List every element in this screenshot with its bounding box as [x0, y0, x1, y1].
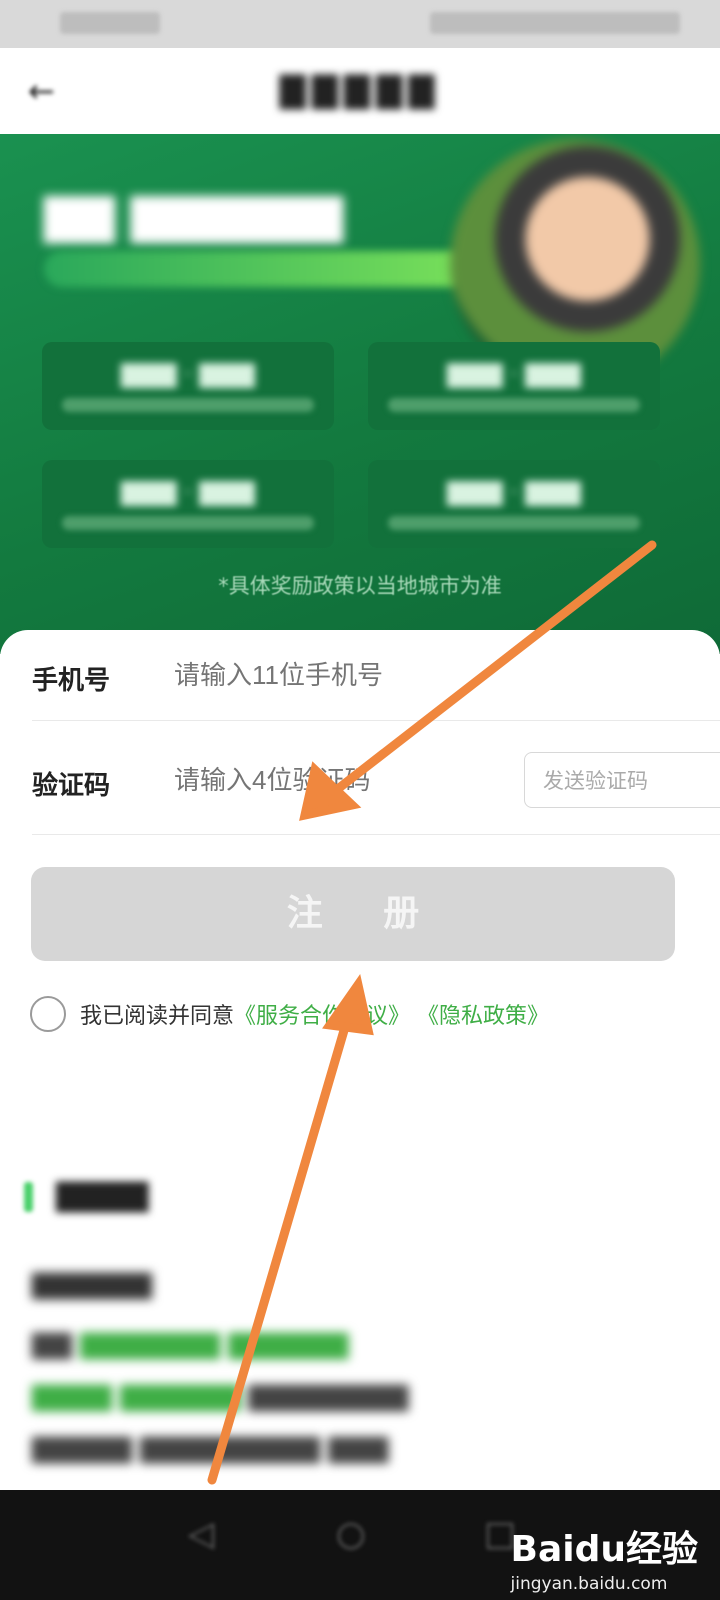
status-time-blurred [60, 12, 160, 34]
code-label: 验证码 [32, 771, 111, 801]
banner-headline-blurred: ▇▇ ▇▇▇▇▇▇ [44, 189, 344, 243]
benefit-card: ▇▇▇ · ▇▇▇ [42, 342, 334, 430]
code-input[interactable] [174, 765, 494, 796]
benefit-card: ▇▇▇ · ▇▇▇ [368, 460, 660, 548]
divider [32, 834, 720, 835]
requirement-line-blurred: ▇▇▇▇ ▇▇▇▇▇▇ ▇▇▇▇▇▇▇▇ [32, 1382, 409, 1412]
service-agreement-link[interactable]: 《服务合作协议》 [234, 1004, 410, 1029]
agree-prefix: 我已阅读并同意 [80, 1004, 235, 1029]
divider [32, 720, 720, 721]
status-bar [0, 0, 720, 48]
phone-label: 手机号 [32, 666, 111, 696]
reward-policy-note: *具体奖励政策以当地城市为准 [218, 574, 502, 598]
benefit-card: ▇▇▇ · ▇▇▇ [42, 460, 334, 548]
send-code-button[interactable]: 发送验证码 [524, 752, 720, 808]
benefit-card: ▇▇▇ · ▇▇▇ [368, 342, 660, 430]
phone-input[interactable] [174, 660, 494, 691]
promo-banner: ▇▇ ▇▇▇▇▇▇ ▇▇▇ · ▇▇▇ ▇▇▇ · ▇▇▇ ▇▇▇ · ▇▇▇ … [0, 134, 720, 654]
privacy-policy-link[interactable]: 《隐私政策》 [417, 1004, 549, 1029]
requirement-line-blurred: ▇▇ ▇▇▇▇▇▇▇ ▇▇▇▇▇▇ [32, 1330, 349, 1360]
home-circle-icon[interactable]: ○ [336, 1514, 366, 1554]
requirement-line-blurred: ▇▇▇▇▇ ▇▇▇▇▇▇▇▇▇ ▇▇▇ [32, 1434, 389, 1464]
section-title-blurred: ▇▇▇▇ [56, 1178, 149, 1213]
nav-bar: ← ▇▇▇▇▇ [0, 48, 720, 134]
section-marker [24, 1182, 33, 1212]
register-form: 手机号 验证码 发送验证码 注 册 我已阅读并同意《服务合作协议》 《隐私政策》… [0, 630, 720, 1600]
page-title-blurred: ▇▇▇▇▇ [279, 70, 441, 110]
agree-checkbox[interactable] [30, 996, 66, 1032]
back-triangle-icon[interactable]: ◁ [188, 1514, 214, 1554]
agreement-text: 我已阅读并同意《服务合作协议》 《隐私政策》 [80, 998, 549, 1030]
register-button[interactable]: 注 册 [31, 867, 675, 961]
baidu-jingyan-watermark: Baidu经验 jingyan.baidu.com [510, 1529, 698, 1594]
status-icons-blurred [430, 12, 680, 34]
banner-subline-blurred [44, 251, 470, 287]
requirement-heading-blurred: ▇▇▇▇▇▇ [32, 1270, 152, 1300]
